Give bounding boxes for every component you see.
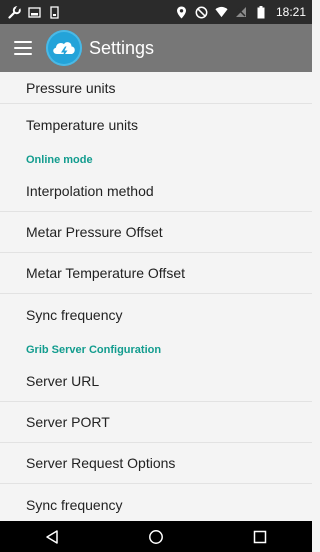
pref-label: Server Request Options xyxy=(26,455,176,471)
home-icon[interactable] xyxy=(136,521,176,552)
pref-server-port[interactable]: Server PORT xyxy=(0,402,312,443)
do-not-disturb-icon xyxy=(195,6,208,19)
pref-sync-frequency-grib[interactable]: Sync frequency xyxy=(0,484,312,521)
status-time: 18:21 xyxy=(275,5,306,19)
back-icon[interactable] xyxy=(32,521,72,552)
pref-server-request-options[interactable]: Server Request Options xyxy=(0,443,312,484)
signal-off-icon xyxy=(235,6,248,19)
cloud-lightning-logo-icon xyxy=(46,30,82,66)
pref-sync-frequency-online[interactable]: Sync frequency xyxy=(0,294,312,335)
pref-pressure-units[interactable]: Pressure units xyxy=(0,72,312,104)
pref-label: Metar Pressure Offset xyxy=(26,224,163,240)
category-grib-server: Grib Server Configuration xyxy=(26,344,162,356)
wifi-icon xyxy=(215,6,228,19)
pref-interpolation-method[interactable]: Interpolation method xyxy=(0,171,312,212)
app-bar: Settings xyxy=(0,24,312,72)
wrench-icon xyxy=(8,5,21,19)
system-nav-bar xyxy=(0,521,312,552)
pref-label: Metar Temperature Offset xyxy=(26,265,185,281)
pref-label: Pressure units xyxy=(26,79,116,96)
pref-temperature-units[interactable]: Temperature units xyxy=(0,104,312,145)
status-system-icons: 18:21 xyxy=(175,5,306,19)
location-pin-icon xyxy=(175,6,188,19)
hamburger-menu-icon[interactable] xyxy=(14,41,32,55)
sd-card-icon xyxy=(48,5,61,19)
battery-icon xyxy=(255,5,268,19)
image-icon xyxy=(28,6,41,19)
pref-metar-pressure-offset[interactable]: Metar Pressure Offset xyxy=(0,212,312,253)
pref-server-url[interactable]: Server URL xyxy=(0,361,312,402)
pref-metar-temperature-offset[interactable]: Metar Temperature Offset xyxy=(0,253,312,294)
pref-label: Server PORT xyxy=(26,414,110,430)
status-notifications xyxy=(8,5,61,19)
pref-label: Sync frequency xyxy=(26,306,123,323)
pref-label: Server URL xyxy=(26,373,100,389)
recents-icon[interactable] xyxy=(240,521,280,552)
settings-list[interactable]: Pressure units Temperature units Online … xyxy=(0,72,312,521)
pref-label: Sync frequency xyxy=(26,496,123,513)
page-title: Settings xyxy=(89,37,155,58)
category-online-mode: Online mode xyxy=(26,154,93,166)
pref-label: Interpolation method xyxy=(26,183,154,199)
status-bar: 18:21 xyxy=(0,0,312,24)
pref-label: Temperature units xyxy=(26,116,139,133)
